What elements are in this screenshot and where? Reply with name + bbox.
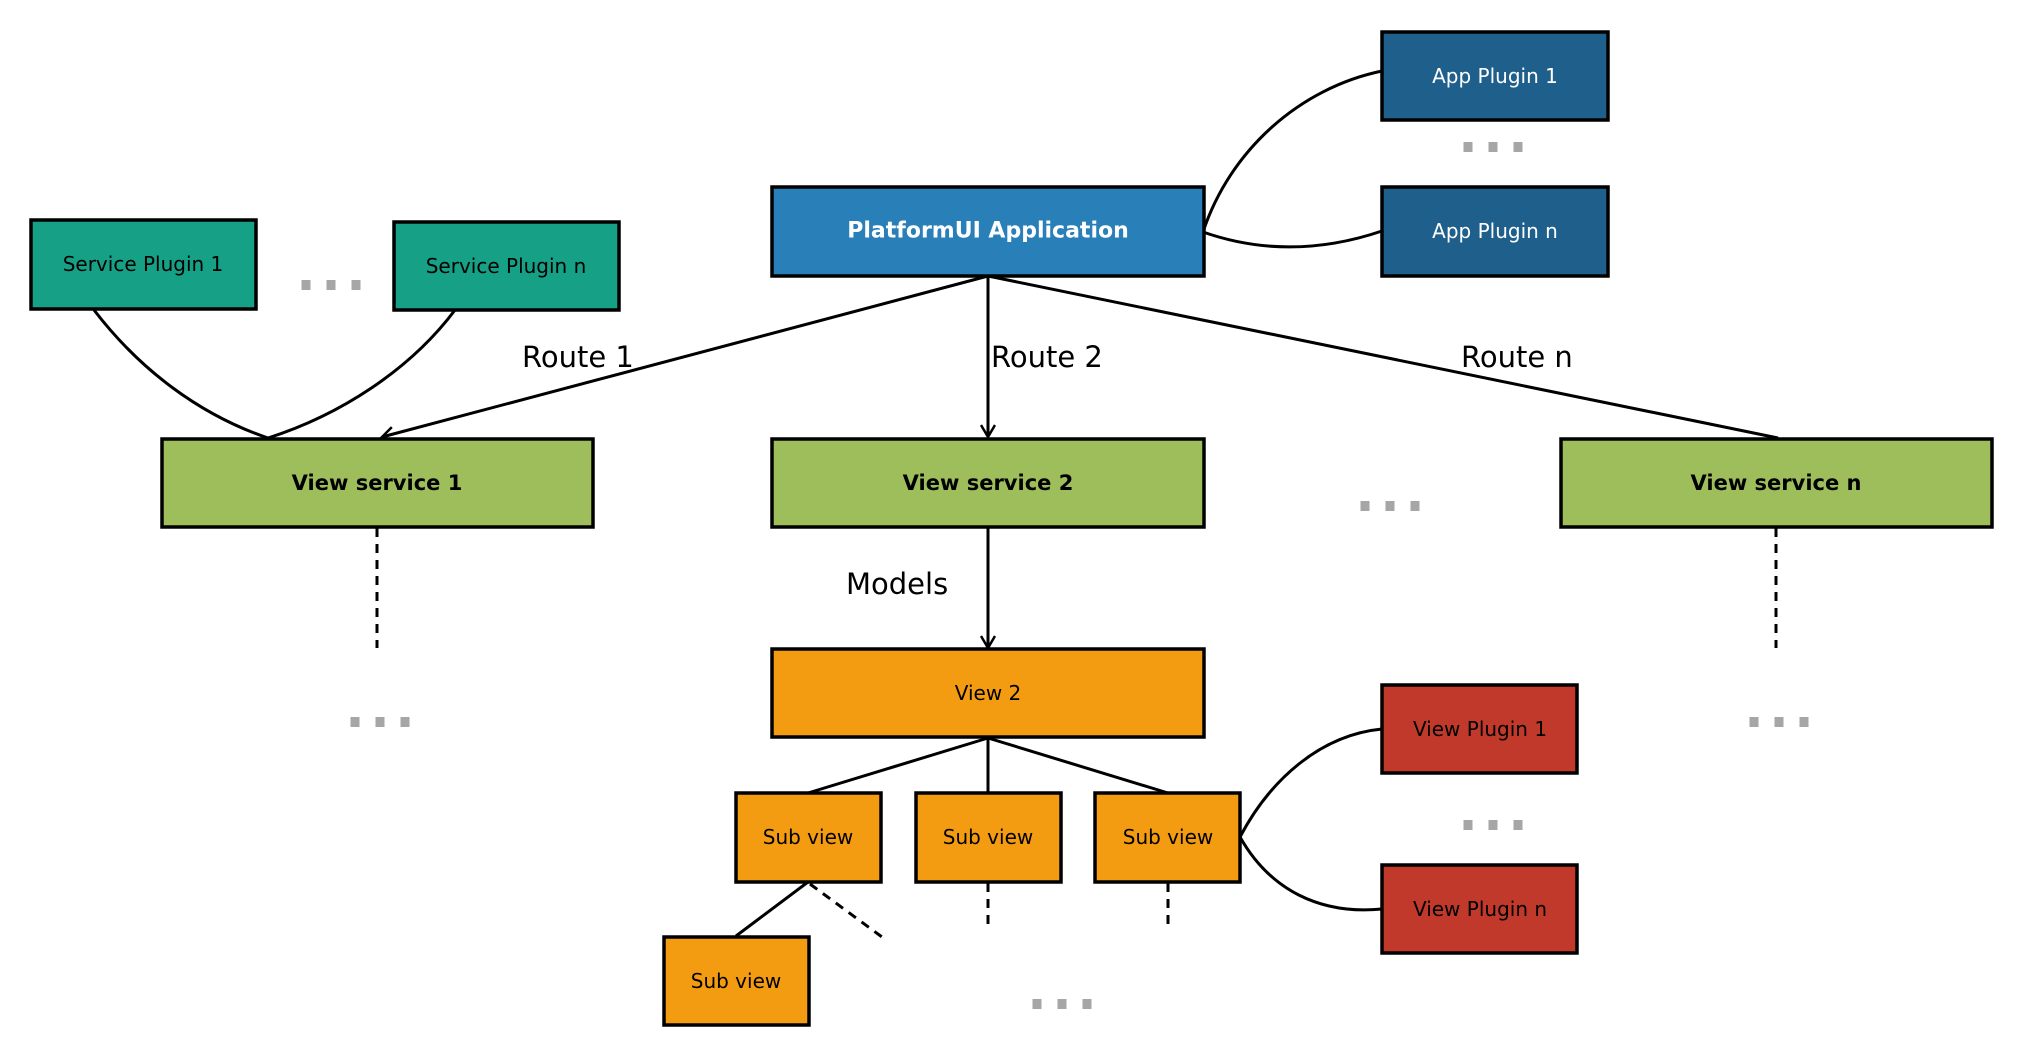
application-label: PlatformUI Application — [847, 219, 1129, 244]
node-application[interactable]: PlatformUI Application — [770, 185, 1206, 278]
ellipsis-dot — [1057, 999, 1067, 1009]
node-view-2[interactable]: View 2 — [770, 647, 1206, 739]
models-label: Models — [846, 567, 948, 601]
ellipsis-view-plugins — [1463, 820, 1523, 830]
ellipsis-dot — [1749, 717, 1759, 727]
route-1-label: Route 1 — [522, 340, 634, 374]
edge-view2-to-subview-c — [987, 736, 1169, 795]
view-plugin-n-label: View Plugin n — [1413, 897, 1547, 921]
ellipsis-dot — [350, 717, 360, 727]
ellipsis-dot — [326, 280, 336, 290]
ellipsis-dot — [375, 717, 385, 727]
ellipsis-app-plugins — [1463, 142, 1523, 152]
route-2-label: Route 2 — [991, 340, 1103, 374]
ellipsis-dot — [1385, 501, 1395, 511]
ellipsis-sub-views — [1032, 999, 1092, 1009]
ellipsis-dot — [1410, 501, 1420, 511]
node-sub-view-c[interactable]: Sub view — [1093, 791, 1242, 884]
ellipsis-dot — [1488, 142, 1498, 152]
dotted-edge-subview-a — [809, 882, 883, 939]
edge-app-to-app-plugin-n — [1202, 229, 1383, 249]
edge-app-to-app-plugin-1 — [1201, 69, 1383, 233]
ellipsis-dot — [1774, 717, 1784, 727]
edge-service-plugin-1-to-view-service-1 — [92, 309, 269, 440]
service-plugin-1-label: Service Plugin 1 — [63, 252, 224, 276]
ellipsis-dot — [1513, 142, 1523, 152]
edge-subview-a-to-subview-d — [735, 880, 809, 938]
ellipsis-view-services — [1360, 501, 1420, 511]
service-plugin-n-label: Service Plugin n — [426, 254, 587, 278]
ellipsis-dot — [1463, 820, 1473, 830]
view-plugin-1-label: View Plugin 1 — [1413, 717, 1547, 741]
node-app-plugin-n[interactable]: App Plugin n — [1380, 185, 1610, 278]
sub-view-a-label: Sub view — [763, 825, 853, 849]
node-app-plugin-1[interactable]: App Plugin 1 — [1380, 30, 1610, 122]
edge-subview-c-to-view-plugin-1 — [1238, 727, 1383, 838]
ellipsis-dot — [1463, 142, 1473, 152]
ellipsis-dot — [1799, 717, 1809, 727]
sub-view-d-label: Sub view — [691, 969, 781, 993]
ellipsis-dot — [301, 280, 311, 290]
node-view-service-2[interactable]: View service 2 — [770, 437, 1206, 529]
node-sub-view-a[interactable]: Sub view — [734, 791, 883, 884]
node-view-plugin-n[interactable]: View Plugin n — [1380, 863, 1579, 955]
ellipsis-dot — [1082, 999, 1092, 1009]
node-view-plugin-1[interactable]: View Plugin 1 — [1380, 683, 1579, 775]
node-service-plugin-n[interactable]: Service Plugin n — [392, 220, 621, 312]
ellipsis-dot — [1488, 820, 1498, 830]
ellipsis-view-service-1-children — [350, 717, 410, 727]
view-service-2-label: View service 2 — [903, 471, 1074, 495]
app-plugin-n-label: App Plugin n — [1432, 219, 1558, 243]
node-service-plugin-1[interactable]: Service Plugin 1 — [29, 218, 258, 311]
node-sub-view-d[interactable]: Sub view — [662, 935, 811, 1027]
ellipsis-dot — [1513, 820, 1523, 830]
ellipsis-dot — [351, 280, 361, 290]
sub-view-b-label: Sub view — [943, 825, 1033, 849]
edge-service-plugin-n-to-view-service-1 — [267, 309, 457, 440]
view-2-label: View 2 — [955, 681, 1022, 705]
route-n-label: Route n — [1461, 340, 1573, 374]
edge-route-n — [987, 274, 1779, 440]
app-plugin-1-label: App Plugin 1 — [1432, 64, 1558, 88]
view-service-1-label: View service 1 — [292, 471, 463, 495]
ellipsis-view-service-n-children — [1749, 717, 1809, 727]
edge-view2-to-subview-a — [807, 736, 989, 795]
node-view-service-1[interactable]: View service 1 — [160, 437, 595, 529]
ellipsis-dot — [1360, 501, 1370, 511]
view-service-n-label: View service n — [1691, 471, 1862, 495]
ellipsis-dot — [400, 717, 410, 727]
sub-view-c-label: Sub view — [1123, 825, 1213, 849]
architecture-diagram: PlatformUI Application App Plugin 1 App … — [29, 30, 1994, 1027]
node-sub-view-b[interactable]: Sub view — [914, 791, 1063, 884]
ellipsis-service-plugins — [301, 280, 361, 290]
node-view-service-n[interactable]: View service n — [1559, 437, 1994, 529]
edge-subview-c-to-view-plugin-n — [1238, 836, 1383, 912]
ellipsis-dot — [1032, 999, 1042, 1009]
